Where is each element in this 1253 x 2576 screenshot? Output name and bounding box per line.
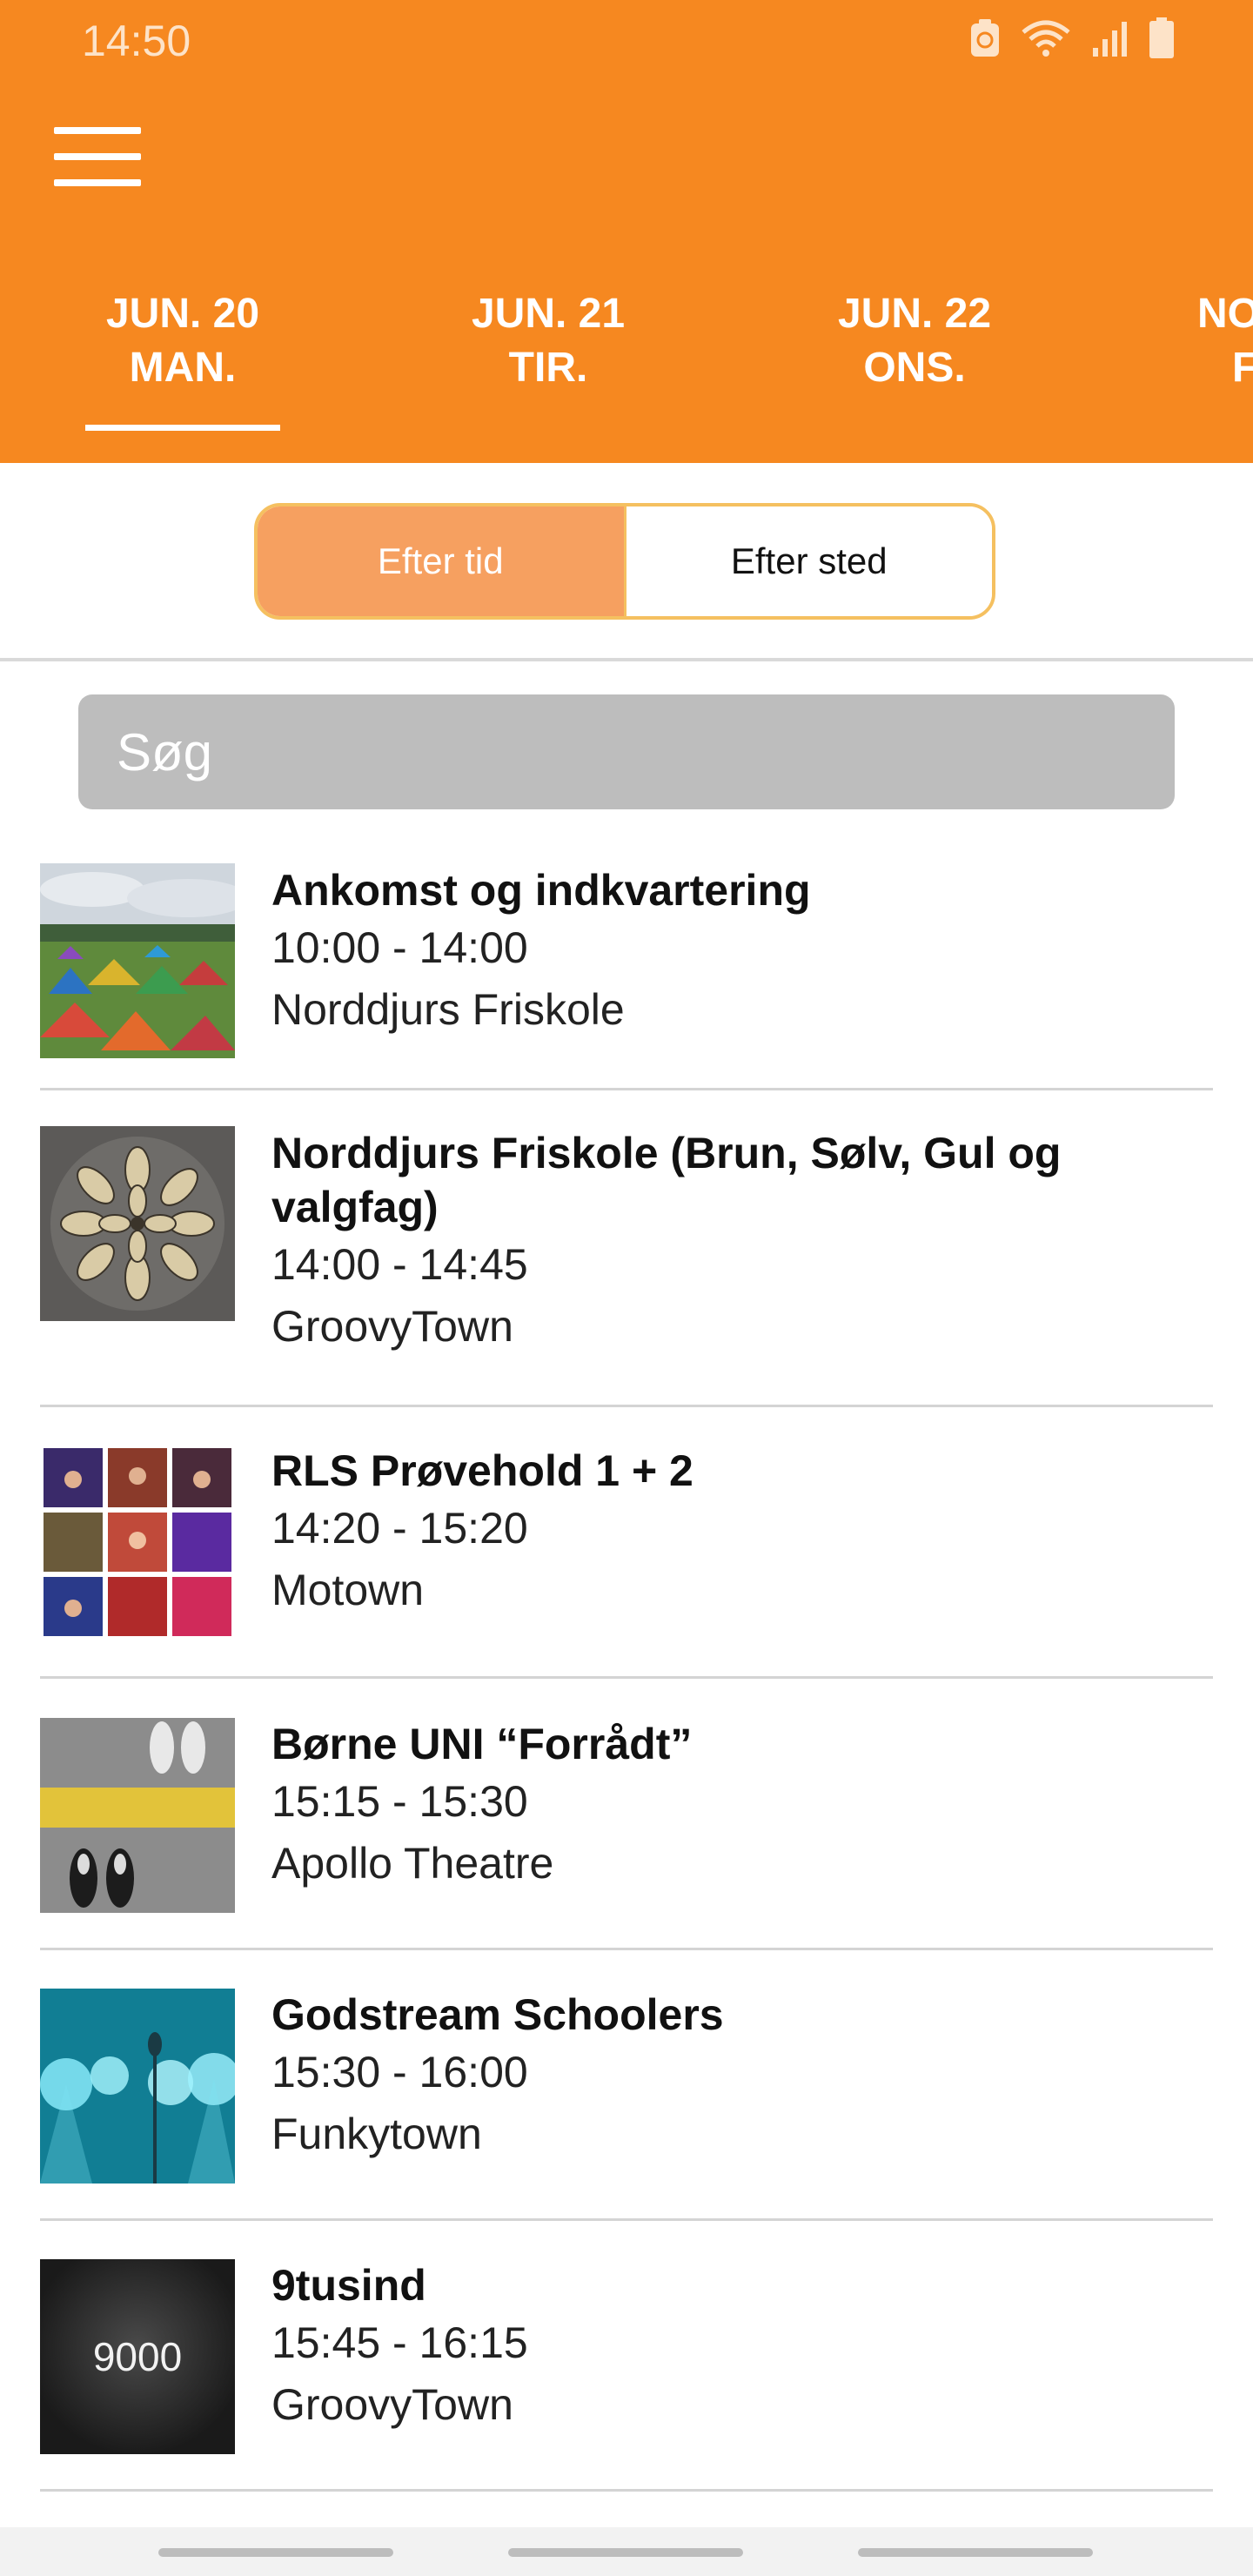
status-icons — [969, 17, 1175, 59]
event-venue: GroovyTown — [271, 1302, 513, 1351]
concert-collage-photo — [40, 1445, 235, 1640]
list-item[interactable]: 9000 9tusind 15:45 - 16:15 GroovyTown — [0, 2218, 1253, 2492]
wifi-icon — [1022, 20, 1070, 57]
event-venue: Norddjurs Friskole — [271, 985, 625, 1034]
nav-handle-right[interactable] — [858, 2548, 1093, 2557]
event-venue: Motown — [271, 1566, 425, 1614]
event-title: Godstream Schoolers — [271, 1990, 724, 2039]
nav-handle-center[interactable] — [508, 2548, 743, 2557]
event-time: 15:15 - 15:30 — [271, 1777, 528, 1826]
view-mode-segment: Efter tid Efter sted — [254, 503, 995, 620]
event-title: Norddjurs Friskole (Brun, Sølv, Gul og v… — [271, 1129, 1062, 1231]
by-place-button[interactable]: Efter sted — [626, 506, 992, 616]
system-navigation-bar — [0, 2527, 1253, 2576]
search-input[interactable]: Søg — [78, 694, 1175, 809]
app-header: 14:50 JUN. 20 MAN. JUN. 21 TIR. JUN. 22 … — [0, 0, 1253, 463]
event-venue: GroovyTown — [271, 2380, 513, 2429]
event-title: Børne UNI “Forrådt” — [271, 1720, 693, 1768]
event-time: 15:30 - 16:00 — [271, 2048, 528, 2096]
campsite-tents-photo — [40, 863, 235, 1058]
spiral-sculpture-photo — [40, 1126, 235, 1321]
hamburger-menu-icon[interactable] — [54, 122, 141, 191]
nav-handle-left[interactable] — [158, 2548, 393, 2557]
tab-jun-21[interactable]: JUN. 21 TIR. — [435, 287, 661, 395]
tab-jun-22[interactable]: JUN. 22 ONS. — [801, 287, 1028, 395]
data-saver-icon — [971, 19, 999, 57]
event-venue: Apollo Theatre — [271, 1839, 554, 1888]
list-item[interactable]: Ankomst og indkvartering 10:00 - 14:00 N… — [0, 835, 1253, 1090]
event-venue: Funkytown — [271, 2110, 482, 2158]
status-time: 14:50 — [82, 17, 191, 65]
event-time: 14:00 - 14:45 — [271, 1240, 528, 1289]
search-placeholder: Søg — [117, 722, 213, 782]
event-time: 14:20 - 15:20 — [271, 1504, 528, 1553]
list-item[interactable]: Børne UNI “Forrådt” 15:15 - 15:30 Apollo… — [0, 1677, 1253, 1950]
event-list: Ankomst og indkvartering 10:00 - 14:00 N… — [0, 835, 1253, 2492]
event-title: 9tusind — [271, 2261, 426, 2310]
by-time-button[interactable]: Efter tid — [258, 506, 626, 616]
list-item[interactable]: Norddjurs Friskole (Brun, Sølv, Gul og v… — [0, 1088, 1253, 1407]
event-time: 10:00 - 14:00 — [271, 923, 528, 972]
selected-tab-indicator — [85, 425, 280, 431]
event-title: Ankomst og indkvartering — [271, 866, 811, 915]
shoes-on-yellow-line-photo — [40, 1718, 235, 1913]
list-item[interactable]: Godstream Schoolers 15:30 - 16:00 Funkyt… — [0, 1948, 1253, 2221]
event-title: RLS Prøvehold 1 + 2 — [271, 1446, 694, 1495]
row-divider — [40, 2489, 1213, 2492]
tab-jun-20[interactable]: JUN. 20 MAN. — [70, 287, 296, 395]
battery-icon — [1149, 17, 1174, 58]
signal-icon — [1093, 22, 1127, 57]
list-item[interactable]: RLS Prøvehold 1 + 2 14:20 - 15:20 Motown — [0, 1407, 1253, 1679]
event-time: 15:45 - 16:15 — [271, 2318, 528, 2367]
9000-logo: 9000 — [40, 2259, 235, 2454]
date-tabs: JUN. 20 MAN. JUN. 21 TIR. JUN. 22 ONS. N… — [0, 287, 1253, 463]
stage-lights-microphone-photo — [40, 1989, 235, 2184]
divider — [0, 658, 1253, 661]
tab-next-day[interactable]: NO F — [1166, 287, 1253, 395]
